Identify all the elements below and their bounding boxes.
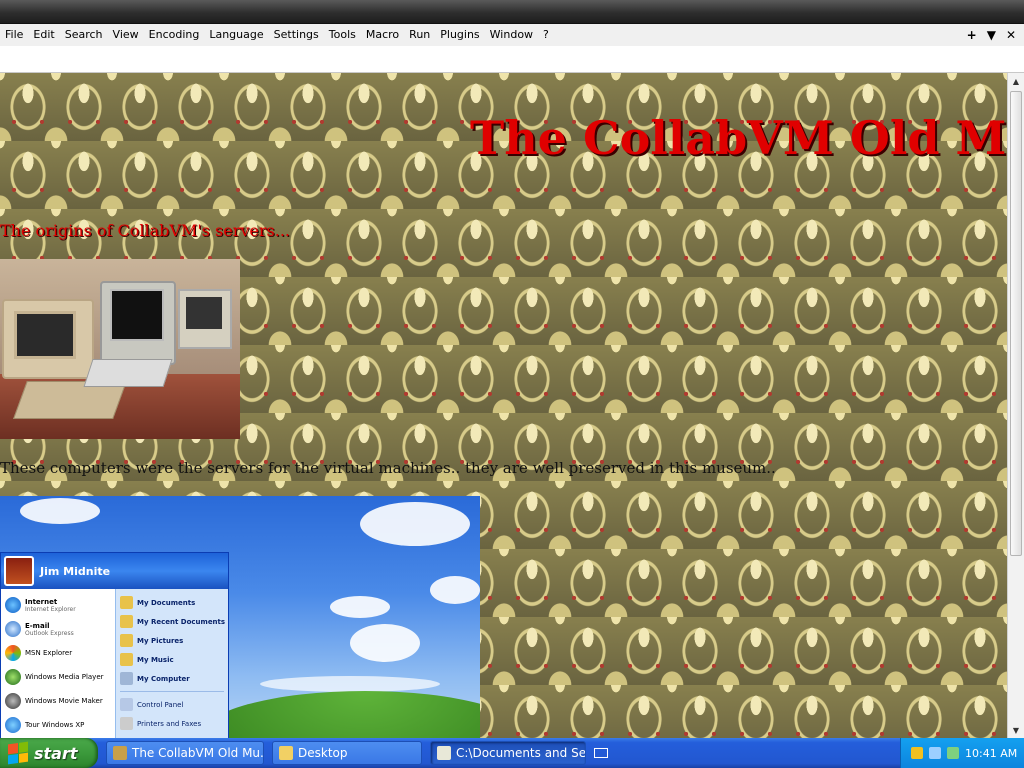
windows-logo-icon bbox=[8, 741, 28, 765]
browser-window-icon bbox=[113, 746, 127, 760]
start-place-pictures: My Pictures bbox=[116, 631, 228, 650]
page-title: The CollabVM Old Muse bbox=[470, 111, 1007, 165]
folder-icon bbox=[120, 596, 133, 609]
security-shield-icon[interactable] bbox=[911, 747, 923, 759]
start-menu-username: Jim Midnite bbox=[40, 564, 111, 578]
tab-bar-area bbox=[0, 46, 1024, 73]
menu-plugins[interactable]: Plugins bbox=[435, 25, 484, 45]
start-item-email: E-mail Outlook Express bbox=[1, 617, 115, 641]
photo-caption: These computers were the servers for the… bbox=[0, 459, 776, 477]
menu-window[interactable]: Window bbox=[485, 25, 538, 45]
vertical-scrollbar[interactable]: ▲ ▼ bbox=[1007, 73, 1024, 738]
start-place-control-panel: Control Panel bbox=[116, 695, 228, 714]
music-folder-icon bbox=[120, 653, 133, 666]
recent-documents-icon bbox=[120, 615, 133, 628]
taskbar: start The CollabVM Old Mu... Desktop C:\… bbox=[0, 738, 1024, 768]
start-place-documents: My Documents bbox=[116, 593, 228, 612]
tab-list-button[interactable]: ▼ bbox=[987, 28, 996, 42]
page-subtitle: The origins of CollabVM's servers... bbox=[0, 221, 291, 240]
start-place-printers: Printers and Faxes bbox=[116, 714, 228, 733]
notepad-icon bbox=[437, 746, 451, 760]
taskbar-item-desktop[interactable]: Desktop bbox=[272, 741, 422, 765]
pictures-folder-icon bbox=[120, 634, 133, 647]
start-item-internet: Internet Internet Explorer bbox=[1, 593, 115, 617]
clock[interactable]: 10:41 AM bbox=[965, 747, 1017, 760]
start-menu-places: My Documents My Recent Documents My Pict… bbox=[115, 589, 228, 738]
scrollbar-thumb[interactable] bbox=[1010, 91, 1022, 556]
new-tab-button[interactable]: + bbox=[967, 28, 977, 42]
start-item-tour: Tour Windows XP bbox=[1, 713, 115, 737]
start-place-recent: My Recent Documents bbox=[116, 612, 228, 631]
movie-maker-icon bbox=[5, 693, 21, 709]
menu-bar: File Edit Search View Encoding Language … bbox=[0, 24, 1024, 46]
start-place-computer: My Computer bbox=[116, 669, 228, 688]
network-icon[interactable] bbox=[929, 747, 941, 759]
menu-encoding[interactable]: Encoding bbox=[144, 25, 205, 45]
menu-edit[interactable]: Edit bbox=[28, 25, 59, 45]
start-item-movie-maker: Windows Movie Maker bbox=[1, 689, 115, 713]
menu-search[interactable]: Search bbox=[60, 25, 108, 45]
taskbar-item-browser[interactable]: The CollabVM Old Mu... bbox=[106, 741, 264, 765]
folder-icon bbox=[279, 746, 293, 760]
scroll-down-arrow-icon[interactable]: ▼ bbox=[1008, 722, 1024, 738]
html-preview-page[interactable]: The CollabVM Old Muse The origins of Col… bbox=[0, 73, 1007, 738]
outlook-express-icon bbox=[5, 621, 21, 637]
media-player-icon bbox=[5, 669, 21, 685]
start-place-music: My Music bbox=[116, 650, 228, 669]
system-tray: 10:41 AM bbox=[900, 738, 1024, 768]
internet-explorer-icon bbox=[5, 597, 21, 613]
scroll-up-arrow-icon[interactable]: ▲ bbox=[1008, 73, 1024, 89]
start-menu: Jim Midnite Internet Internet Explorer E-… bbox=[0, 552, 229, 738]
menu-file[interactable]: File bbox=[0, 25, 28, 45]
document-controls: + ▼ ✕ bbox=[967, 28, 1024, 42]
tour-xp-icon bbox=[5, 717, 21, 733]
window-title-bar[interactable] bbox=[0, 0, 1024, 24]
volume-icon[interactable] bbox=[947, 747, 959, 759]
menu-run[interactable]: Run bbox=[404, 25, 435, 45]
menu-tools[interactable]: Tools bbox=[324, 25, 361, 45]
msn-butterfly-icon bbox=[5, 645, 21, 661]
start-item-media-player: Windows Media Player bbox=[1, 665, 115, 689]
menu-view[interactable]: View bbox=[108, 25, 144, 45]
menu-language[interactable]: Language bbox=[204, 25, 268, 45]
user-avatar bbox=[4, 556, 34, 586]
start-menu-programs: Internet Internet Explorer E-mail Outlook … bbox=[1, 589, 115, 738]
start-label: start bbox=[34, 743, 78, 763]
start-menu-header: Jim Midnite bbox=[1, 553, 228, 589]
menu-help[interactable]: ? bbox=[538, 25, 554, 45]
close-tab-button[interactable]: ✕ bbox=[1006, 28, 1016, 42]
menu-settings[interactable]: Settings bbox=[269, 25, 324, 45]
old-computers-photo bbox=[0, 259, 240, 439]
keyboard-icon[interactable] bbox=[594, 748, 608, 758]
start-button[interactable]: start bbox=[0, 738, 98, 768]
menu-macro[interactable]: Macro bbox=[361, 25, 404, 45]
computer-icon bbox=[120, 672, 133, 685]
taskbar-item-notepad[interactable]: C:\Documents and Se... bbox=[430, 741, 586, 765]
printer-icon bbox=[120, 717, 133, 730]
control-panel-icon bbox=[120, 698, 133, 711]
windows-xp-screenshot: Jim Midnite Internet Internet Explorer E-… bbox=[0, 496, 480, 738]
start-item-msn: MSN Explorer bbox=[1, 641, 115, 665]
